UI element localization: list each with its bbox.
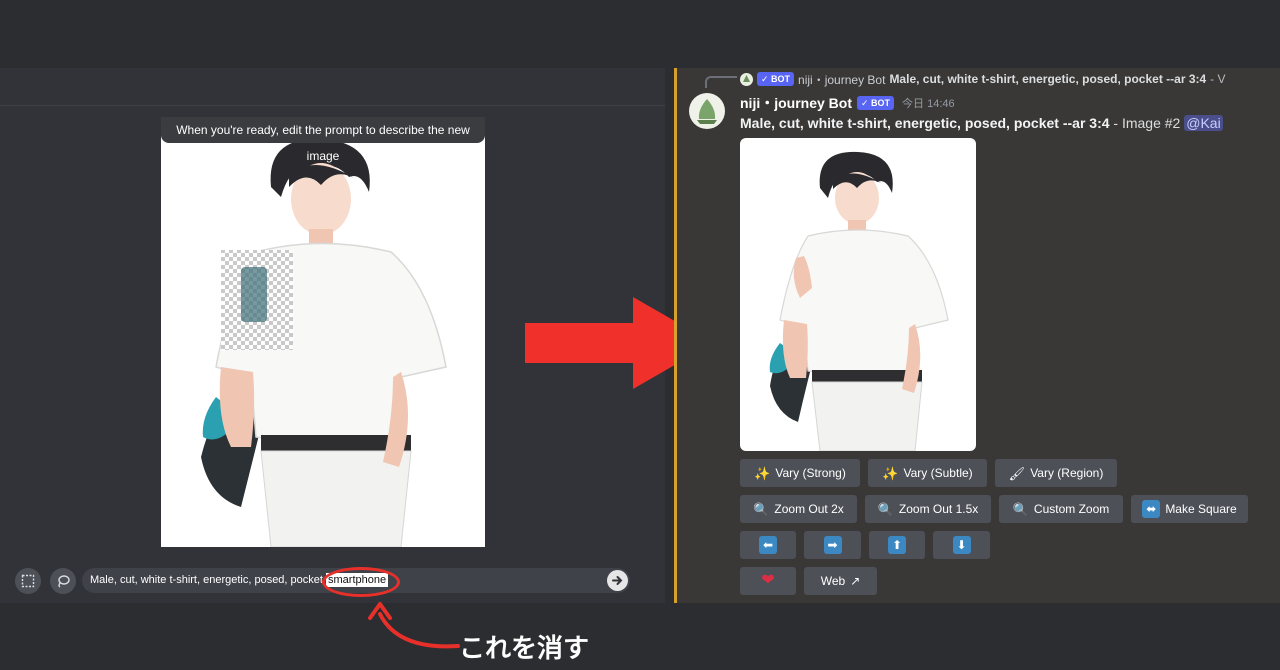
message-header: niji・journey Bot ✓ BOT 今日 14:46 — [740, 93, 955, 113]
zoom-out-2x-button[interactable]: 🔍 Zoom Out 2x — [740, 495, 857, 523]
web-label: Web — [820, 574, 846, 588]
pan-down-button[interactable]: ⬇ — [933, 531, 990, 559]
annotation-label: これを消す — [459, 634, 590, 664]
vary-subtle-label: Vary (Subtle) — [903, 466, 973, 480]
external-link-icon: ↗ — [850, 574, 861, 588]
character-illustration — [769, 151, 949, 451]
lasso-select-button[interactable] — [50, 568, 76, 594]
magnifier-icon: 🔍 — [877, 501, 894, 517]
left-right-arrow-icon: ⬌ — [1142, 500, 1161, 518]
pan-right-button[interactable]: ➡ — [804, 531, 861, 559]
arrow-left-icon: ⬅ — [759, 536, 777, 554]
send-arrow-icon — [612, 576, 623, 585]
author-name[interactable]: niji・journey Bot — [740, 93, 852, 113]
favorite-button[interactable]: ❤ — [740, 567, 796, 595]
heart-icon: ❤ — [761, 572, 775, 589]
zoom-out-1-5x-button[interactable]: 🔍 Zoom Out 1.5x — [865, 495, 991, 523]
vary-strong-button[interactable]: ✨ Vary (Strong) — [740, 459, 860, 487]
web-link-button[interactable]: Web ↗ — [804, 567, 877, 595]
pan-up-button[interactable]: ⬆ — [869, 531, 925, 559]
rectangle-select-icon — [21, 574, 35, 588]
custom-zoom-button[interactable]: 🔍 Custom Zoom — [999, 495, 1123, 523]
magnifier-icon: 🔍 — [1012, 501, 1029, 517]
image-label: - Image #2 — [1109, 115, 1185, 131]
lasso-icon — [58, 575, 70, 588]
pan-left-button[interactable]: ⬅ — [740, 531, 796, 559]
submit-button[interactable] — [607, 570, 628, 591]
user-mention[interactable]: @Kai — [1184, 115, 1223, 131]
sailboat-icon — [743, 74, 750, 82]
reply-bot-tag: ✓ BOT — [757, 72, 795, 86]
rectangle-select-button[interactable] — [15, 568, 41, 594]
vary-region-label: Vary (Region) — [1030, 466, 1104, 480]
reply-connector — [705, 76, 737, 88]
character-illustration — [201, 138, 447, 547]
prompt-text: Male, cut, white t-shirt, energetic, pos… — [90, 574, 323, 586]
bot-avatar[interactable] — [689, 93, 725, 129]
make-square-button[interactable]: ⬌ Make Square — [1131, 495, 1248, 523]
message-prompt: Male, cut, white t-shirt, energetic, pos… — [740, 115, 1110, 131]
reply-prompt: Male, cut, white t-shirt, energetic, pos… — [889, 72, 1207, 86]
paintbrush-icon: 🖌 — [1008, 465, 1026, 481]
message-timestamp: 今日 14:46 — [902, 98, 955, 110]
reply-suffix: - V — [1210, 72, 1226, 86]
sailboat-icon — [697, 99, 717, 124]
zoom-out-1-5x-label: Zoom Out 1.5x — [898, 502, 979, 516]
reply-avatar — [740, 72, 753, 86]
sparkle-icon: ✨ — [754, 465, 771, 481]
reply-reference[interactable]: ✓ BOT niji・journey Bot Male, cut, white … — [740, 71, 1226, 87]
editor-tooltip: When you're ready, edit the prompt to de… — [161, 117, 485, 163]
sparkle-icon: ✨ — [882, 465, 899, 481]
arrow-up-icon: ⬆ — [888, 536, 906, 554]
vary-subtle-button[interactable]: ✨ Vary (Subtle) — [868, 459, 987, 487]
vary-strong-label: Vary (Strong) — [775, 466, 846, 480]
reply-author: niji・journey Bot — [798, 72, 886, 87]
highlight-bar — [674, 68, 677, 603]
vary-region-button[interactable]: 🖌 Vary (Region) — [995, 459, 1117, 487]
editor-divider — [0, 105, 665, 106]
bot-tag: ✓ BOT — [857, 96, 895, 110]
arrow-down-icon: ⬇ — [952, 536, 971, 554]
message-content: Male, cut, white t-shirt, energetic, pos… — [740, 115, 1223, 131]
zoom-out-2x-label: Zoom Out 2x — [774, 502, 844, 516]
editor-image-canvas[interactable] — [161, 117, 485, 547]
make-square-label: Make Square — [1165, 502, 1237, 516]
annotation-curved-arrow — [368, 602, 460, 649]
annotation-ellipse — [322, 567, 400, 597]
result-image[interactable] — [740, 138, 976, 451]
magnifier-icon: 🔍 — [753, 501, 770, 517]
custom-zoom-label: Custom Zoom — [1033, 502, 1110, 516]
arrow-right-icon: ➡ — [823, 536, 842, 554]
